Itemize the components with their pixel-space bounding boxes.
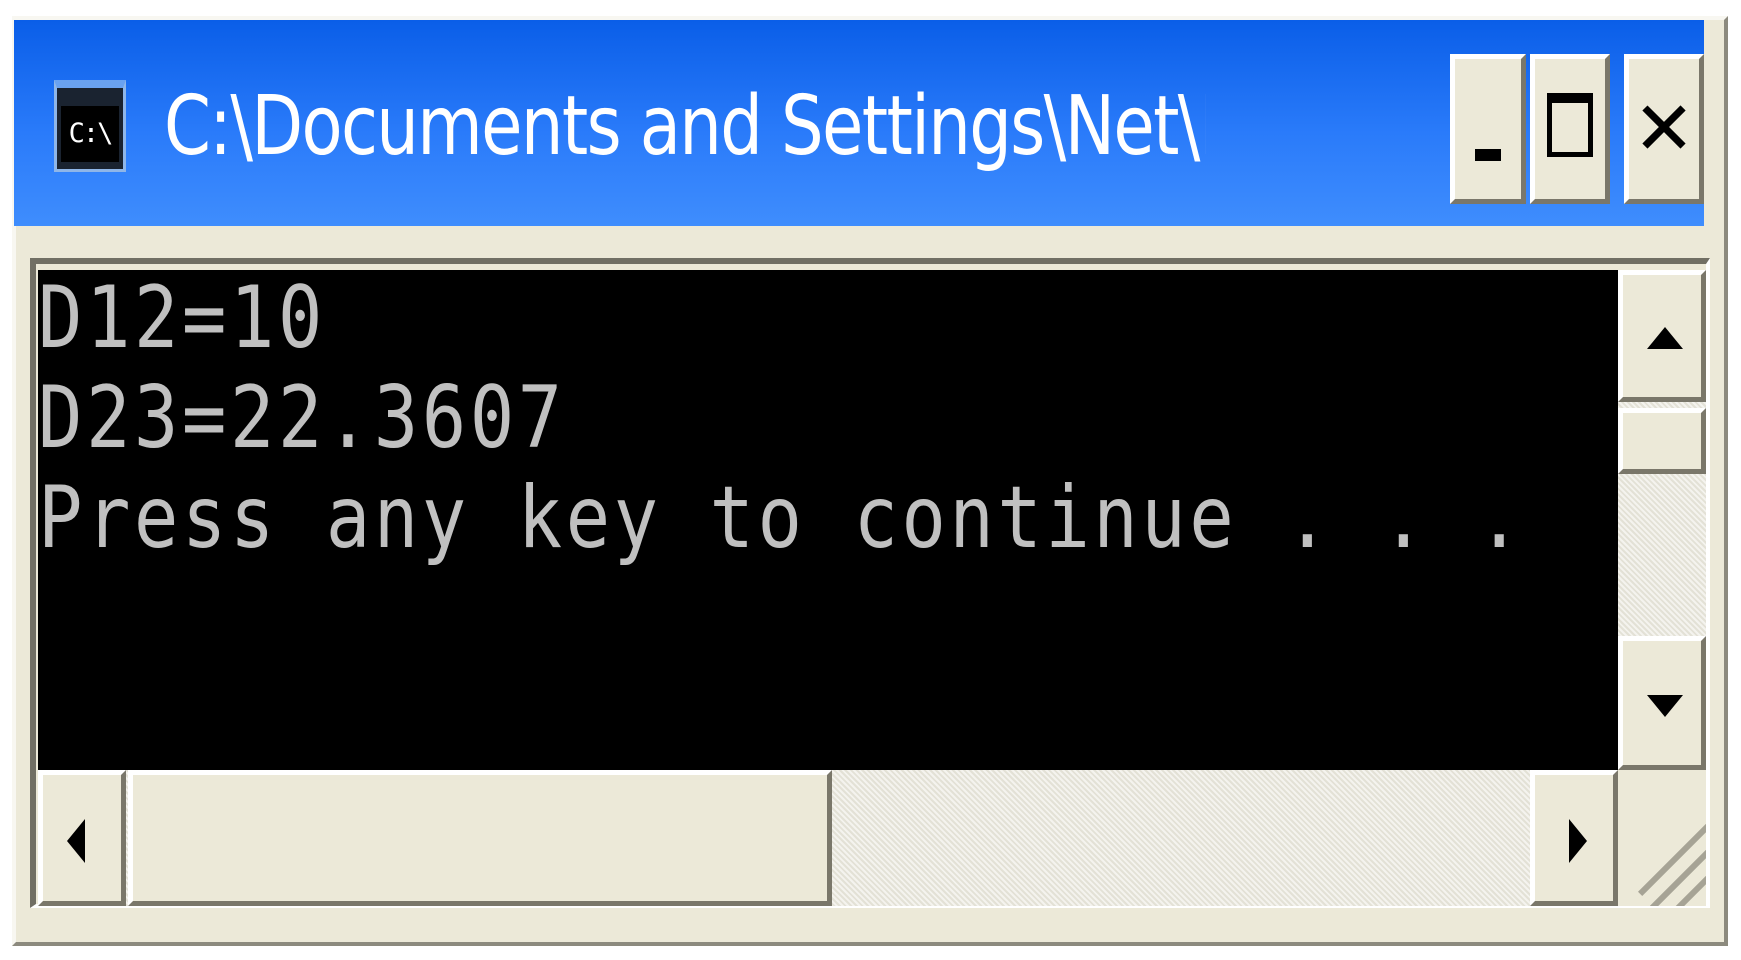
console-line: D23=22.3607 bbox=[38, 368, 566, 468]
close-icon: ✕ bbox=[1632, 86, 1695, 172]
scroll-down-button[interactable] bbox=[1618, 636, 1706, 770]
console-app-icon-label: C:\ bbox=[61, 106, 119, 162]
horizontal-scroll-thumb[interactable] bbox=[128, 770, 832, 906]
console-line: Press any key to continue . . . bbox=[38, 468, 1526, 568]
horizontal-scrollbar[interactable] bbox=[38, 770, 1618, 906]
arrow-left-icon bbox=[67, 819, 85, 863]
arrow-down-icon bbox=[1647, 695, 1683, 717]
scroll-left-button[interactable] bbox=[38, 770, 126, 906]
minimize-button[interactable] bbox=[1450, 54, 1526, 204]
maximize-icon bbox=[1547, 93, 1593, 157]
window-title: C:\Documents and Settings\Net\My D... bbox=[164, 79, 1205, 174]
maximize-button[interactable] bbox=[1530, 54, 1610, 204]
close-button[interactable]: ✕ bbox=[1624, 54, 1704, 204]
minimize-icon bbox=[1475, 149, 1501, 161]
console-line: D12=10 bbox=[38, 270, 326, 368]
arrow-right-icon bbox=[1569, 819, 1587, 863]
console-output[interactable]: D12=10 D23=22.3607 Press any key to cont… bbox=[38, 270, 1618, 770]
resize-grip[interactable] bbox=[1618, 770, 1706, 906]
arrow-up-icon bbox=[1647, 327, 1683, 349]
vertical-scrollbar[interactable] bbox=[1618, 270, 1706, 770]
scroll-up-button[interactable] bbox=[1618, 270, 1706, 402]
vertical-scroll-thumb[interactable] bbox=[1618, 408, 1706, 474]
console-app-icon[interactable]: C:\ bbox=[54, 80, 126, 172]
scroll-right-button[interactable] bbox=[1530, 770, 1618, 906]
